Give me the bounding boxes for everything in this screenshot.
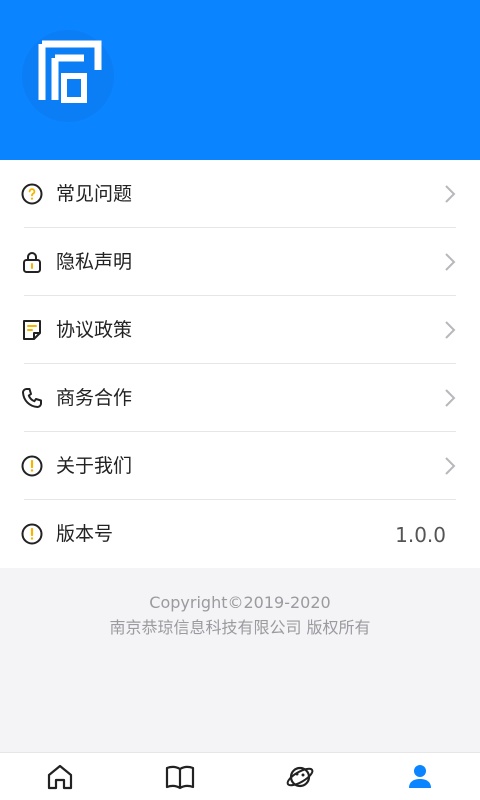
info-circle-icon [21,523,43,545]
phone-icon [22,388,42,408]
chevron-right-icon [445,389,456,407]
chevron-right-icon [445,185,456,203]
settings-menu: 常见问题 隐私声明 协议政策 商务合作 关于我们 版本号 1.0.0 [0,160,480,568]
version-label: 版本号 [56,523,114,545]
menu-item-policy[interactable]: 协议政策 [0,296,480,364]
copyright-line: Copyright©2019-2020 [149,593,331,612]
menu-item-about[interactable]: 关于我们 [0,432,480,500]
version-value: 1.0.0 [395,523,446,547]
chevron-right-icon [445,253,456,271]
copyright-footer: Copyright©2019-2020 南京恭琼信息科技有限公司 版权所有 [0,590,480,640]
menu-item-label: 隐私声明 [56,251,133,273]
menu-item-label: 协议政策 [56,319,133,341]
lock-icon [23,252,41,273]
menu-item-label: 商务合作 [56,387,133,409]
chevron-right-icon [445,321,456,339]
app-logo [22,30,114,122]
menu-item-faq[interactable]: 常见问题 [0,160,480,228]
menu-item-version: 版本号 1.0.0 [0,500,480,568]
company-line: 南京恭琼信息科技有限公司 版权所有 [109,618,371,637]
chevron-right-icon [445,457,456,475]
book-icon[interactable] [164,761,196,793]
home-icon[interactable] [44,761,76,793]
planet-icon[interactable] [284,761,316,793]
document-icon [23,320,41,340]
profile-page: 常见问题 隐私声明 协议政策 商务合作 关于我们 版本号 1.0.0 Copyr… [0,0,480,800]
header-banner [0,0,480,160]
bottom-tab-bar [0,752,480,800]
menu-item-business[interactable]: 商务合作 [0,364,480,432]
menu-item-label: 常见问题 [56,183,133,205]
user-icon[interactable] [404,761,436,793]
question-circle-icon [21,183,43,205]
menu-item-label: 关于我们 [56,455,133,477]
info-circle-icon [21,455,43,477]
logo-mark-icon [38,40,102,103]
menu-item-privacy[interactable]: 隐私声明 [0,228,480,296]
